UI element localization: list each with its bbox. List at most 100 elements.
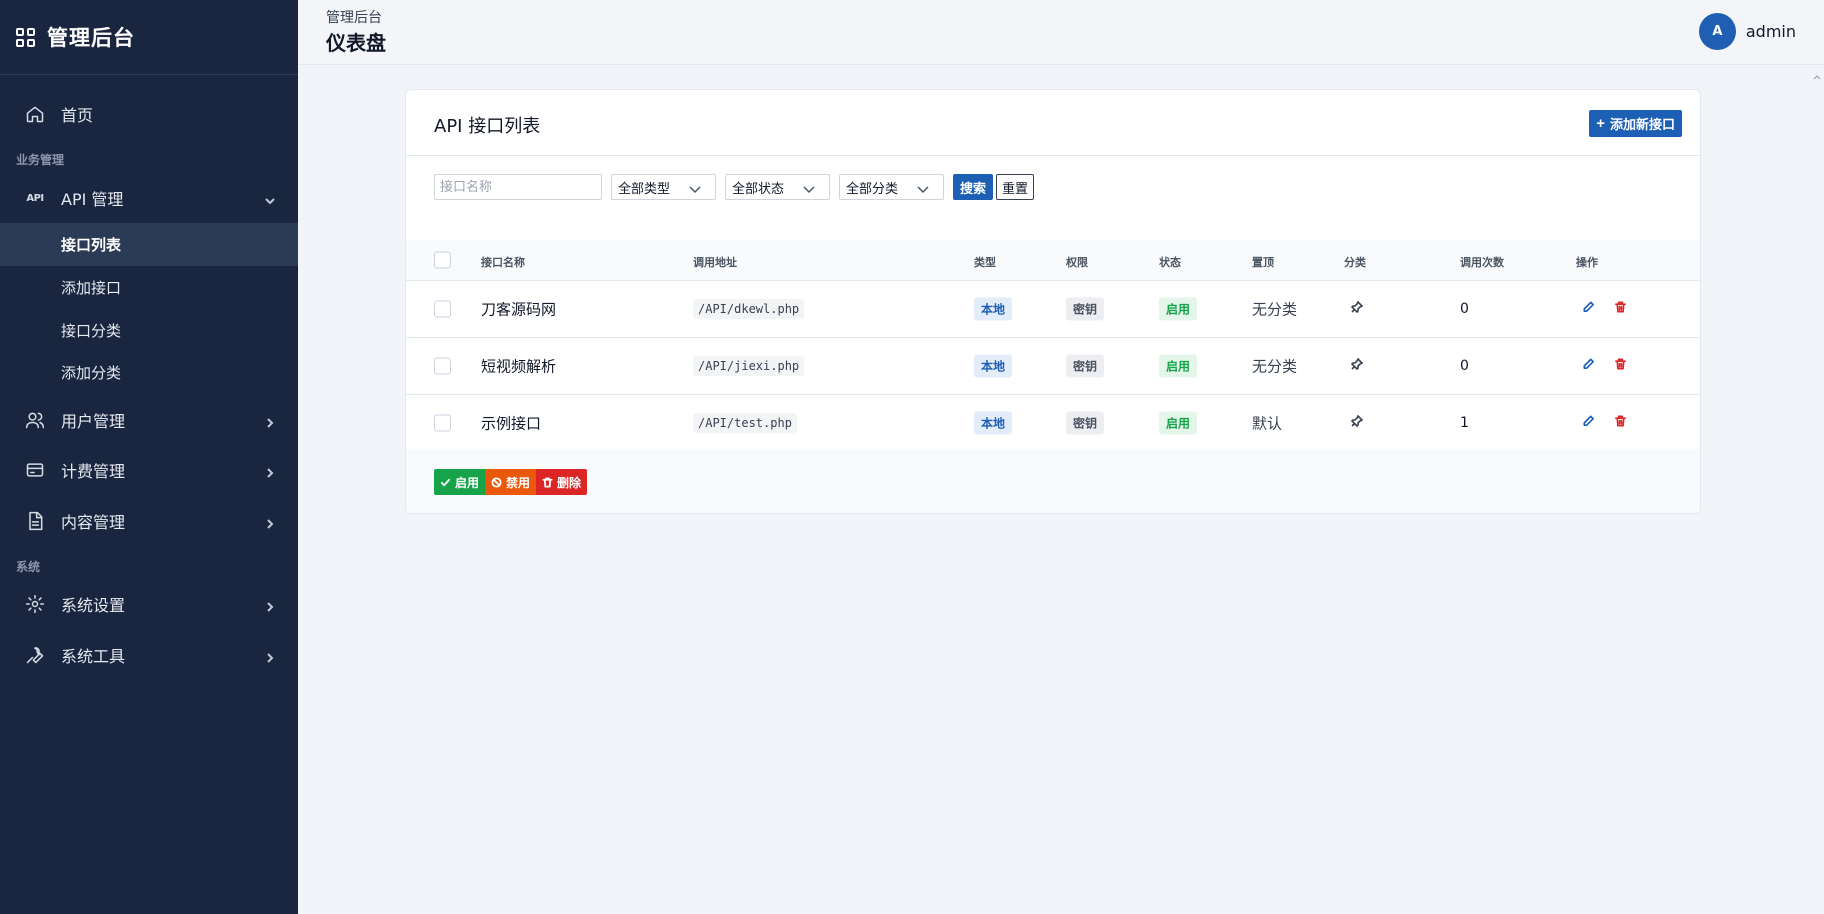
api-url: /API/jiexi.php	[693, 356, 805, 376]
bulk-disable-button[interactable]: 禁用	[485, 469, 537, 495]
column-header: 接口名称	[481, 256, 525, 269]
api-url: /API/dkewl.php	[693, 299, 805, 319]
status-select[interactable]: 全部状态	[725, 174, 830, 200]
pin-icon[interactable]	[1350, 357, 1364, 374]
name-search-input[interactable]	[434, 174, 602, 200]
edit-icon[interactable]	[1582, 415, 1595, 432]
sidebar-item-home[interactable]: 首页	[0, 92, 298, 136]
trash-icon[interactable]	[1614, 415, 1627, 432]
row-checkbox[interactable]	[434, 300, 451, 318]
chevron-right-icon	[264, 464, 276, 478]
call-count: 0	[1460, 358, 1469, 374]
sidebar-subitem-add-api[interactable]: 添加接口	[0, 266, 298, 309]
column-header: 调用地址	[693, 256, 737, 269]
sidebar-item-user-manage[interactable]: 用户管理	[0, 398, 298, 442]
pin-icon[interactable]	[1350, 300, 1364, 317]
grid-icon	[16, 27, 35, 47]
type-select[interactable]: 全部类型	[611, 174, 716, 200]
home-icon	[24, 103, 46, 125]
bulk-enable-button[interactable]: 启用	[434, 469, 486, 495]
chevron-down-icon	[803, 183, 815, 194]
column-header: 分类	[1344, 256, 1366, 269]
chevron-down-icon	[689, 183, 701, 194]
pin-icon[interactable]	[1350, 414, 1364, 431]
column-header: 状态	[1159, 256, 1181, 269]
sidebar-subitem-api-category[interactable]: 接口分类	[0, 309, 298, 352]
sidebar-item-label: 系统设置	[61, 596, 126, 615]
status-select-value: 全部状态	[732, 181, 785, 197]
sidebar-subitem-add-category[interactable]: 添加分类	[0, 351, 298, 394]
sidebar-item-label: 内容管理	[61, 513, 126, 532]
card-footer: 启用 禁用 删除	[406, 449, 1700, 513]
edit-icon[interactable]	[1582, 301, 1595, 318]
trash-icon[interactable]	[1614, 301, 1627, 318]
breadcrumb[interactable]: 管理后台	[326, 7, 382, 27]
sidebar: 管理后台 首页 业务管理 API API 管理 接口列表 添加接口 接口分类 添…	[0, 0, 298, 914]
brand[interactable]: 管理后台	[0, 0, 298, 75]
type-badge: 本地	[974, 354, 1013, 378]
users-icon	[24, 409, 46, 431]
category-select-value: 全部分类	[846, 181, 899, 197]
column-header: 类型	[974, 256, 996, 269]
table-header: 接口名称 调用地址 类型 权限 状态 置顶 分类 调用次数 操作	[406, 240, 1700, 281]
add-api-button[interactable]: + 添加新接口	[1589, 110, 1682, 137]
chevron-down-icon	[264, 192, 276, 205]
sidebar-item-label: API 管理	[61, 190, 124, 209]
status-badge[interactable]: 启用	[1159, 297, 1198, 321]
sidebar-item-label: 用户管理	[61, 412, 126, 431]
api-name: 示例接口	[481, 414, 542, 433]
type-badge: 本地	[974, 411, 1013, 435]
page-title: 仪表盘	[326, 31, 386, 55]
add-api-button-label: 添加新接口	[1609, 117, 1675, 132]
sidebar-subitem-api-list[interactable]: 接口列表	[0, 223, 298, 266]
sidebar-item-content-manage[interactable]: 内容管理	[0, 499, 298, 543]
status-badge[interactable]: 启用	[1159, 354, 1198, 378]
type-badge: 本地	[974, 297, 1013, 321]
brand-title: 管理后台	[47, 26, 135, 50]
card-header: API 接口列表 + 添加新接口	[406, 90, 1700, 156]
avatar[interactable]: A	[1698, 13, 1736, 50]
column-header: 操作	[1576, 256, 1598, 269]
sidebar-item-system-settings[interactable]: 系统设置	[0, 582, 298, 626]
sidebar-item-api-manage[interactable]: API API 管理	[0, 176, 298, 220]
reset-button[interactable]: 重置	[996, 174, 1035, 200]
api-table: 接口名称 调用地址 类型 权限 状态 置顶 分类 调用次数 操作 刀客源码网 /…	[406, 240, 1700, 452]
sidebar-item-billing-manage[interactable]: 计费管理	[0, 448, 298, 492]
user-menu[interactable]: A admin	[1698, 13, 1796, 50]
section-label-business: 业务管理	[16, 153, 65, 167]
ban-icon	[491, 476, 502, 488]
sidebar-item-label: 系统工具	[61, 647, 126, 666]
sidebar-item-label: 计费管理	[61, 462, 126, 481]
category-text: 无分类	[1252, 300, 1298, 319]
select-all-checkbox[interactable]	[434, 251, 451, 269]
column-header: 权限	[1066, 256, 1088, 269]
row-checkbox[interactable]	[434, 414, 451, 432]
table-row: 刀客源码网 /API/dkewl.php 本地 密钥 启用 无分类 0	[406, 281, 1700, 338]
api-list-card: API 接口列表 + 添加新接口 全部类型 全部状态 全部分类 搜索 重置 接口…	[405, 89, 1701, 514]
trash-icon	[542, 476, 553, 488]
scroll-up-icon[interactable]	[1812, 72, 1822, 82]
chevron-right-icon	[264, 649, 276, 663]
row-checkbox[interactable]	[434, 357, 451, 375]
edit-icon[interactable]	[1582, 358, 1595, 375]
category-text: 无分类	[1252, 357, 1298, 376]
chevron-down-icon	[917, 183, 929, 194]
bulk-actions: 启用 禁用 删除	[434, 469, 588, 495]
search-button[interactable]: 搜索	[953, 174, 994, 200]
username[interactable]: admin	[1746, 22, 1796, 41]
filter-bar: 全部类型 全部状态 全部分类 搜索 重置	[434, 174, 1035, 200]
sidebar-item-system-tools[interactable]: 系统工具	[0, 633, 298, 677]
permission-badge: 密钥	[1066, 411, 1105, 435]
type-select-value: 全部类型	[618, 181, 671, 197]
status-badge[interactable]: 启用	[1159, 411, 1198, 435]
gear-icon	[24, 593, 46, 615]
credit-card-icon	[24, 459, 46, 481]
column-header: 置顶	[1252, 256, 1274, 269]
trash-icon[interactable]	[1614, 358, 1627, 375]
bulk-delete-button[interactable]: 删除	[536, 469, 588, 495]
document-icon	[24, 510, 46, 532]
top-header: 管理后台 仪表盘 A admin	[298, 0, 1824, 65]
bulk-disable-label: 禁用	[506, 475, 531, 490]
category-select[interactable]: 全部分类	[839, 174, 944, 200]
chevron-right-icon	[264, 515, 276, 529]
